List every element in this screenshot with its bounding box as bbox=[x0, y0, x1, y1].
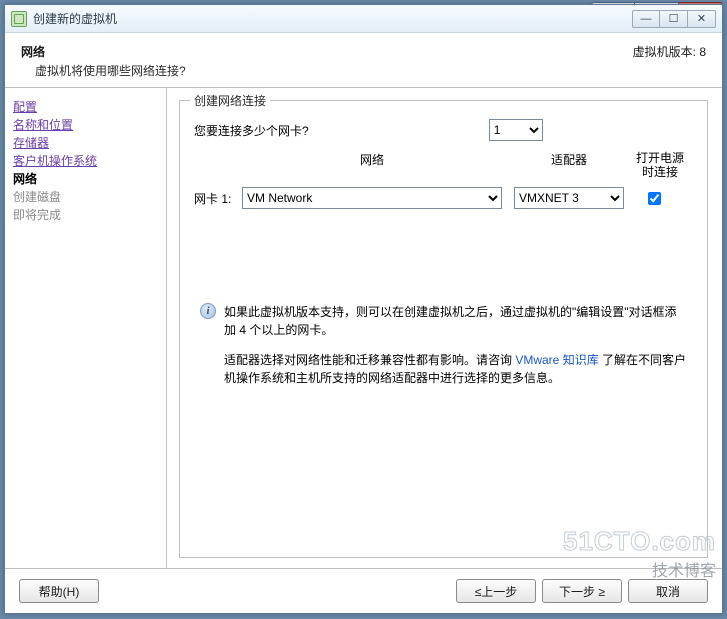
dialog-title: 创建新的虚拟机 bbox=[33, 10, 117, 27]
page-title: 网络 bbox=[21, 43, 186, 60]
help-button[interactable]: 帮助(H) bbox=[19, 579, 99, 603]
titlebar: 创建新的虚拟机 — ☐ ✕ bbox=[5, 5, 722, 33]
back-button[interactable]: ≤上一步 bbox=[456, 579, 536, 603]
network-groupbox: 创建网络连接 您要连接多少个网卡? 1 网络 适配器 打开电源时连接 bbox=[179, 100, 708, 558]
step-network: 网络 bbox=[13, 170, 158, 188]
info-text-1: 如果此虚拟机版本支持，则可以在创建虚拟机之后，通过虚拟机的"编辑设置"对话框添加… bbox=[224, 303, 687, 339]
wizard-steps: 配置 名称和位置 存储器 客户机操作系统 网络 创建磁盘 即将完成 bbox=[5, 88, 167, 568]
nic1-adapter-select[interactable]: VMXNET 3 bbox=[514, 187, 624, 209]
window-controls: — ☐ ✕ bbox=[632, 10, 716, 28]
wizard-dialog: 创建新的虚拟机 — ☐ ✕ 网络 虚拟机将使用哪些网络连接? 虚拟机版本: 8 … bbox=[4, 4, 723, 614]
vm-version-label: 虚拟机版本: 8 bbox=[633, 43, 706, 60]
nic-count-select[interactable]: 1 bbox=[489, 119, 543, 141]
step-config[interactable]: 配置 bbox=[13, 98, 158, 116]
info-text-2: 适配器选择对网络性能和迁移兼容性都有影响。请咨询 VMware 知识库 了解在不… bbox=[224, 351, 687, 387]
step-guest-os[interactable]: 客户机操作系统 bbox=[13, 152, 158, 170]
kb-link[interactable]: VMware 知识库 bbox=[515, 353, 598, 367]
step-ready: 即将完成 bbox=[13, 206, 158, 224]
next-button[interactable]: 下一步 ≥ bbox=[542, 579, 622, 603]
nic1-connect-checkbox[interactable] bbox=[648, 192, 661, 205]
vm-icon bbox=[11, 11, 27, 27]
maximize-button[interactable]: ☐ bbox=[660, 10, 688, 28]
minimize-button[interactable]: — bbox=[632, 10, 660, 28]
close-button[interactable]: ✕ bbox=[688, 10, 716, 28]
step-create-disk: 创建磁盘 bbox=[13, 188, 158, 206]
column-network: 网络 bbox=[242, 151, 502, 179]
wizard-panel: 创建网络连接 您要连接多少个网卡? 1 网络 适配器 打开电源时连接 bbox=[167, 88, 722, 568]
cancel-button[interactable]: 取消 bbox=[628, 579, 708, 603]
nic1-label: 网卡 1: bbox=[194, 190, 242, 207]
info-icon bbox=[200, 303, 216, 319]
nic1-network-select[interactable]: VM Network bbox=[242, 187, 502, 209]
page-subtitle: 虚拟机将使用哪些网络连接? bbox=[21, 62, 186, 79]
step-name-location[interactable]: 名称和位置 bbox=[13, 116, 158, 134]
step-storage[interactable]: 存储器 bbox=[13, 134, 158, 152]
nic-count-label: 您要连接多少个网卡? bbox=[194, 122, 309, 139]
column-adapter: 适配器 bbox=[514, 151, 624, 179]
wizard-header: 网络 虚拟机将使用哪些网络连接? 虚拟机版本: 8 bbox=[5, 33, 722, 88]
column-connect-power: 打开电源时连接 bbox=[632, 151, 688, 179]
wizard-footer: 帮助(H) ≤上一步 下一步 ≥ 取消 bbox=[5, 568, 722, 613]
groupbox-legend: 创建网络连接 bbox=[190, 92, 270, 109]
